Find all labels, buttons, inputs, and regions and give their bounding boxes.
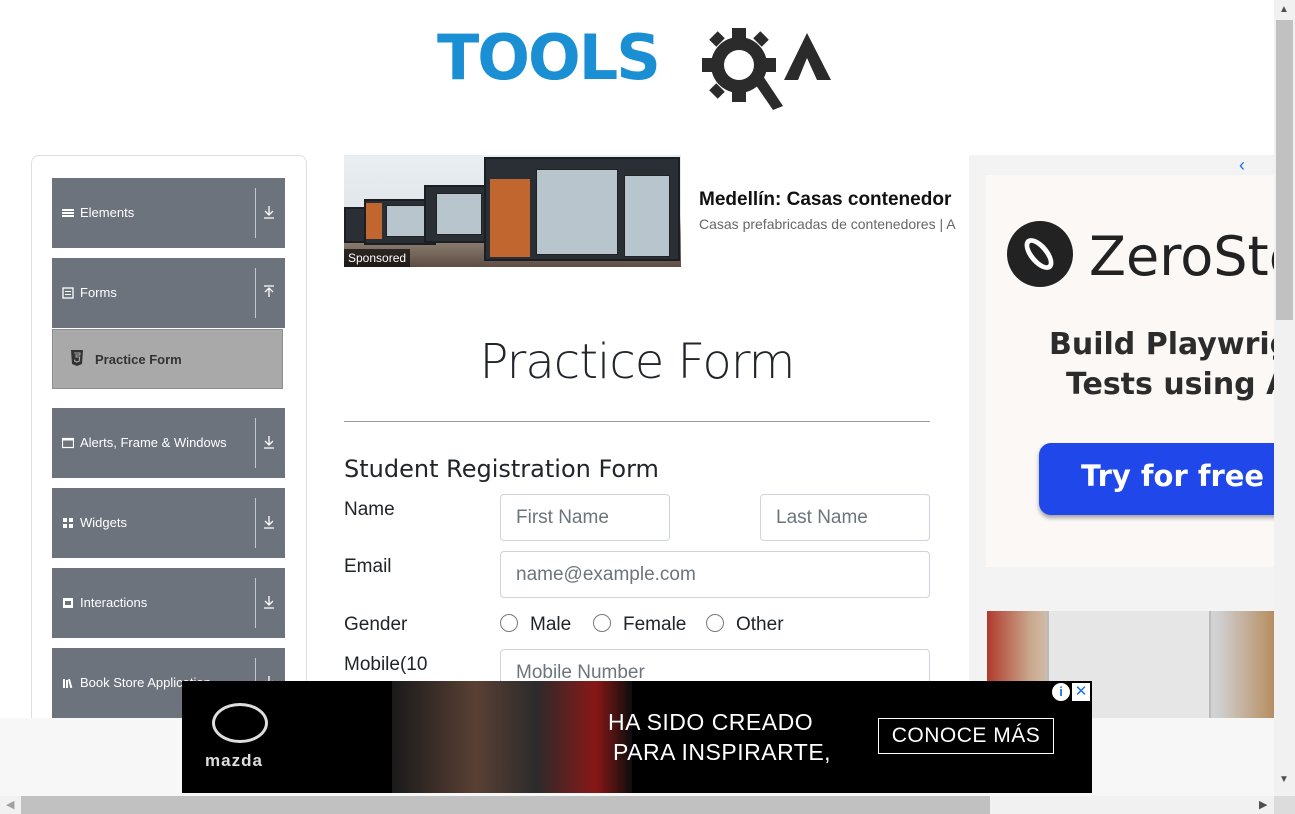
divider bbox=[255, 418, 256, 468]
hamburger-icon bbox=[62, 209, 74, 217]
sidebar-item-practice-form[interactable]: Practice Form bbox=[52, 329, 283, 389]
ad-brand: ZeroSte bbox=[1089, 225, 1274, 288]
email-label: Email bbox=[344, 556, 392, 577]
vertical-scroll-thumb[interactable] bbox=[1276, 20, 1293, 320]
logo-gear-qa-icon bbox=[702, 28, 831, 110]
vertical-scrollbar[interactable]: ▲ ▼ bbox=[1274, 0, 1295, 796]
horizontal-scroll-thumb[interactable] bbox=[21, 796, 990, 814]
try-for-free-button[interactable]: Try for free → bbox=[1039, 443, 1274, 515]
gender-male-label[interactable]: Male bbox=[530, 614, 571, 636]
first-name-input[interactable] bbox=[500, 494, 670, 541]
divider bbox=[255, 578, 256, 628]
ad-image[interactable]: Sponsored bbox=[344, 155, 681, 267]
divider bbox=[255, 498, 256, 548]
title-divider bbox=[344, 421, 930, 422]
interaction-icon bbox=[63, 598, 73, 608]
mobile-label: Mobile(10 bbox=[344, 654, 428, 675]
email-input[interactable] bbox=[500, 551, 930, 598]
gender-other-label[interactable]: Other bbox=[736, 614, 784, 636]
conoce-mas-button[interactable]: CONOCE MÁS bbox=[878, 718, 1054, 754]
sidebar-group-elements[interactable]: Elements bbox=[52, 178, 285, 248]
grid-icon bbox=[63, 518, 73, 528]
ad-info-icon[interactable]: i bbox=[1052, 683, 1070, 701]
divider bbox=[255, 268, 256, 318]
ad-close-icon[interactable]: ✕ bbox=[1072, 683, 1090, 701]
logo-text-tools: TOOLS bbox=[437, 21, 661, 94]
library-icon bbox=[63, 678, 73, 689]
sidebar-item-label: Practice Form bbox=[95, 352, 182, 367]
ad-line-1: Build Playwrigh bbox=[1049, 327, 1274, 362]
ad-back-icon[interactable]: ‹ bbox=[1239, 155, 1245, 176]
gender-female-radio[interactable] bbox=[593, 614, 611, 632]
gender-label: Gender bbox=[344, 614, 408, 635]
scroll-left-icon[interactable]: ◀ bbox=[6, 798, 14, 811]
zerostep-logo-icon bbox=[1007, 221, 1073, 287]
sidebar-group-alerts-frame-windows[interactable]: Alerts, Frame & Windows bbox=[52, 408, 285, 478]
sidebar-group-widgets[interactable]: Widgets bbox=[52, 488, 285, 558]
ad-message-line-1: HA SIDO CREADO bbox=[608, 709, 814, 735]
sidebar-group-label: Interactions bbox=[80, 595, 148, 610]
scroll-down-icon[interactable]: ▼ bbox=[1279, 774, 1289, 785]
cta-label: Try for free → bbox=[1081, 459, 1274, 493]
sidebar-group-interactions[interactable]: Interactions bbox=[52, 568, 285, 638]
gender-female-label[interactable]: Female bbox=[623, 614, 686, 636]
download-arrow-icon[interactable] bbox=[262, 594, 276, 610]
name-label: Name bbox=[344, 499, 395, 520]
upload-arrow-icon[interactable] bbox=[262, 284, 276, 300]
download-arrow-icon[interactable] bbox=[262, 204, 276, 220]
form-icon bbox=[62, 287, 74, 299]
sidebar-group-label: Widgets bbox=[80, 515, 127, 530]
sponsored-ad[interactable]: Sponsored Medellín: Casas contenedor Cas… bbox=[344, 155, 969, 267]
gender-other-radio[interactable] bbox=[706, 614, 724, 632]
download-arrow-icon[interactable] bbox=[262, 514, 276, 530]
ad-subtext[interactable]: Casas prefabricadas de contenedores | A bbox=[699, 216, 956, 232]
divider bbox=[255, 188, 256, 238]
gender-male-radio[interactable] bbox=[500, 614, 518, 632]
sidebar-group-label: Alerts, Frame & Windows bbox=[80, 435, 227, 450]
bottom-banner-ad[interactable]: mazda HA SIDO CREADO PARA INSPIRARTE, CO… bbox=[182, 681, 1092, 793]
sidebar-group-label: Forms bbox=[80, 285, 117, 300]
ad-scene-image bbox=[392, 681, 632, 793]
download-arrow-icon[interactable] bbox=[262, 434, 276, 450]
horizontal-scrollbar[interactable]: ◀ ▶ bbox=[0, 796, 1274, 814]
page-title: Practice Form bbox=[479, 334, 796, 390]
ad-message-line-2: PARA INSPIRARTE, bbox=[613, 739, 832, 765]
scroll-right-icon[interactable]: ▶ bbox=[1259, 798, 1267, 811]
mazda-logo-icon bbox=[212, 703, 268, 743]
right-ad[interactable]: ‹ ZeroSte Build Playwrigh Tests using A … bbox=[969, 155, 1274, 718]
scroll-up-icon[interactable]: ▲ bbox=[1279, 4, 1289, 15]
sidebar-group-forms[interactable]: Forms bbox=[52, 258, 285, 328]
window-icon bbox=[62, 437, 74, 449]
ad-headline[interactable]: Medellín: Casas contenedor bbox=[699, 189, 951, 211]
scrollbar-corner bbox=[1274, 796, 1295, 814]
left-panel: Elements Forms Practice Form Alerts, Fra… bbox=[31, 155, 307, 737]
sponsored-badge: Sponsored bbox=[344, 249, 411, 267]
html5-icon bbox=[71, 350, 83, 366]
toolsqa-logo[interactable]: TOOLS bbox=[437, 18, 847, 113]
ad-line-2: Tests using A bbox=[1066, 367, 1274, 402]
mazda-wordmark: mazda bbox=[205, 751, 263, 770]
sidebar-group-label: Elements bbox=[80, 205, 135, 220]
last-name-input[interactable] bbox=[760, 494, 930, 541]
form-title: Student Registration Form bbox=[344, 455, 659, 483]
